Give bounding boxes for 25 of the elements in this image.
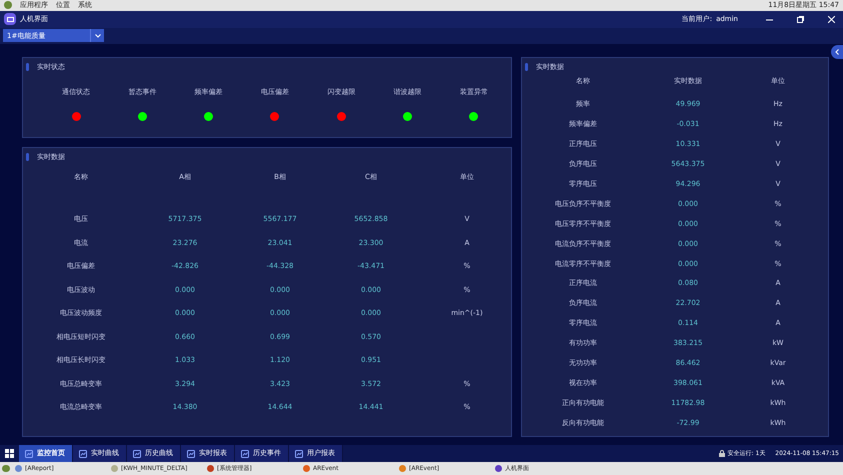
window-icon (15, 465, 22, 472)
window-icon (303, 465, 310, 472)
app-logo-icon[interactable] (4, 1, 12, 10)
title-marker-icon (26, 153, 29, 162)
lock-icon (718, 450, 725, 458)
window-icon (207, 465, 214, 472)
desktop-icon[interactable] (2, 465, 10, 472)
chart-icon (295, 450, 303, 458)
chart-icon (79, 450, 87, 458)
title-marker-icon (525, 63, 528, 72)
chevron-left-icon (835, 49, 839, 56)
close-icon[interactable] (828, 16, 835, 23)
chart-icon (241, 450, 249, 458)
window-icon (495, 465, 502, 472)
chart-icon (25, 450, 33, 458)
chart-icon (187, 450, 195, 458)
chart-icon (133, 450, 141, 458)
restore-icon[interactable] (797, 16, 804, 23)
collapse-handle[interactable] (831, 45, 843, 60)
caret-icon (94, 34, 100, 38)
window-icon (111, 465, 118, 472)
app-icon (4, 13, 16, 26)
grid-menu-icon[interactable] (5, 449, 14, 458)
title-marker-icon (26, 63, 29, 72)
window-icon (399, 465, 406, 472)
